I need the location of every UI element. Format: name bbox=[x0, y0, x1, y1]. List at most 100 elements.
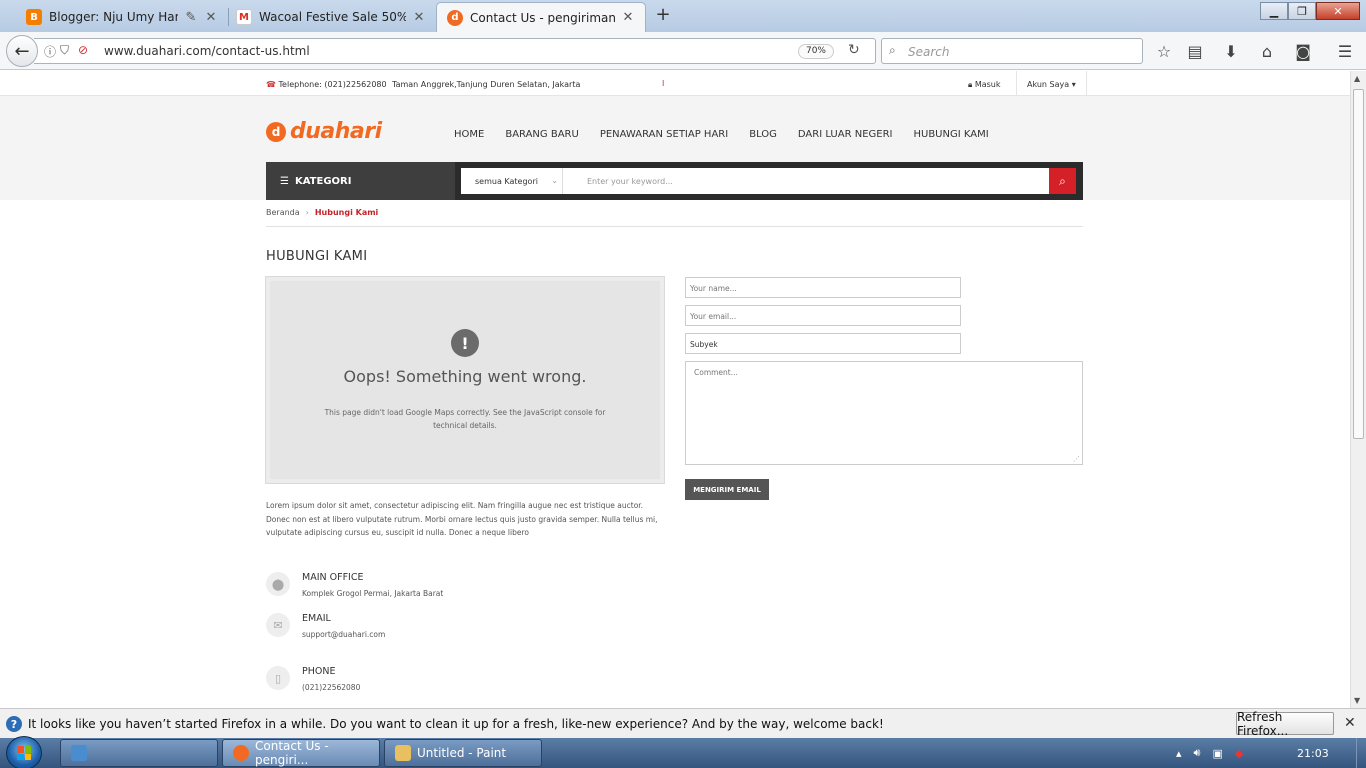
site-search-button[interactable]: ⌕ bbox=[1049, 168, 1076, 194]
web-page: ☎ Telephone: (021)22562080 Taman Anggrek… bbox=[0, 71, 1350, 708]
network-icon[interactable]: ▣ bbox=[1212, 747, 1222, 760]
explorer-icon bbox=[71, 745, 87, 761]
breadcrumb-home[interactable]: Beranda bbox=[266, 208, 300, 217]
site-logo[interactable]: d duahari bbox=[266, 119, 382, 144]
show-desktop-button[interactable] bbox=[1356, 738, 1366, 768]
url-text[interactable]: www.duahari.com/contact-us.html bbox=[104, 44, 310, 58]
tray-expand-icon[interactable]: ▴ bbox=[1176, 747, 1182, 760]
windows-logo-icon bbox=[17, 746, 31, 760]
login-label: Masuk bbox=[974, 80, 1001, 89]
send-email-button[interactable]: MENGIRIM EMAIL bbox=[685, 479, 769, 500]
info-icon[interactable]: ⓘ bbox=[44, 43, 56, 60]
windows-taskbar: Contact Us - pengiri... Untitled - Paint… bbox=[0, 736, 1366, 768]
email-label: EMAIL bbox=[302, 613, 331, 624]
downloads-icon[interactable]: ⬇ bbox=[1220, 40, 1242, 62]
shield-icon[interactable]: ⛉ bbox=[60, 43, 69, 58]
browser-tab-blogger[interactable]: B Blogger: Nju Umy Hari... ✎ ✕ bbox=[16, 2, 228, 32]
duahari-favicon-icon: d bbox=[447, 9, 463, 26]
map-error-title: Oops! Something went wrong. bbox=[343, 367, 587, 386]
category-search-bar: ☰ KATEGORI semua Kategori ⌄ Enter your ke… bbox=[266, 162, 1083, 200]
search-icon: ⌕ bbox=[1059, 173, 1066, 188]
pocket-icon[interactable]: ◙ bbox=[1292, 40, 1314, 62]
blogger-favicon-icon: B bbox=[26, 9, 42, 25]
chevron-down-icon: ⌄ bbox=[551, 176, 558, 185]
subject-field[interactable]: Subyek bbox=[685, 333, 961, 354]
name-field[interactable]: Your name... bbox=[685, 277, 961, 298]
close-notification-icon[interactable]: ✕ bbox=[1344, 715, 1356, 731]
back-arrow-icon: ← bbox=[14, 40, 30, 62]
menu-hamburger-icon[interactable]: ☰ bbox=[1334, 40, 1356, 62]
breadcrumb-chevron-icon: › bbox=[305, 208, 309, 217]
menu-item-luar-negeri[interactable]: DARI LUAR NEGERI bbox=[798, 129, 893, 140]
menu-item-hubungi-kami[interactable]: HUBUNGI KAMI bbox=[913, 129, 988, 140]
map-embed[interactable]: ! Oops! Something went wrong. This page … bbox=[265, 276, 665, 484]
tab-close-icon[interactable]: ✕ bbox=[204, 10, 218, 25]
menu-item-home[interactable]: HOME bbox=[454, 129, 484, 140]
taskbar-item-paint[interactable]: Untitled - Paint bbox=[384, 739, 542, 767]
back-button[interactable]: ← bbox=[6, 35, 38, 67]
kategori-label: KATEGORI bbox=[294, 176, 352, 187]
maximize-button[interactable]: ❐ bbox=[1288, 2, 1316, 20]
tab-close-icon[interactable]: ✕ bbox=[412, 10, 426, 25]
resize-grip-icon[interactable]: ⋰ bbox=[1073, 455, 1080, 463]
gmail-favicon-icon: M bbox=[236, 9, 252, 25]
browser-nav-bar: ⓘ ⛉ ⊘ www.duahari.com/contact-us.html 70… bbox=[0, 32, 1366, 70]
topbar-address: Taman Anggrek,Tanjung Duren Selatan, Jak… bbox=[392, 80, 581, 89]
taskbar-item-explorer[interactable] bbox=[60, 739, 218, 767]
tab-mute-icon[interactable]: ✎ bbox=[184, 10, 198, 25]
zoom-indicator[interactable]: 70% bbox=[798, 44, 834, 59]
scrollbar-thumb[interactable] bbox=[1353, 89, 1364, 439]
volume-icon[interactable]: 🔊︎ bbox=[1194, 746, 1201, 760]
logo-text: duahari bbox=[290, 119, 382, 144]
home-icon[interactable]: ⌂ bbox=[1256, 40, 1278, 62]
account-dropdown[interactable]: Akun Saya ▾ bbox=[1016, 71, 1087, 96]
start-button[interactable] bbox=[6, 736, 42, 768]
bookmark-star-icon[interactable]: ☆ bbox=[1153, 40, 1175, 62]
tab-close-icon[interactable]: ✕ bbox=[621, 10, 635, 25]
firefox-notification-bar: ? It looks like you haven’t started Fire… bbox=[0, 708, 1366, 738]
antivirus-icon[interactable]: ◆ bbox=[1235, 747, 1243, 760]
contact-description: Lorem ipsum dolor sit amet, consectetur … bbox=[266, 501, 658, 537]
list-icon: ☰ bbox=[280, 176, 289, 187]
search-icon: ⌕ bbox=[889, 43, 896, 57]
envelope-icon: ✉ bbox=[266, 613, 290, 637]
system-tray: ▴ 🔊︎ ▣ ◆ bbox=[1176, 738, 1255, 768]
login-link[interactable]: 🔒︎ Masuk bbox=[968, 80, 1001, 90]
menu-item-blog[interactable]: BLOG bbox=[749, 129, 777, 140]
browser-tab-contact-us[interactable]: d Contact Us - pengiriman g... ✕ bbox=[436, 2, 646, 32]
reading-list-icon[interactable]: ▤ bbox=[1184, 40, 1206, 62]
minimize-button[interactable]: ▁ bbox=[1260, 2, 1288, 20]
refresh-firefox-button[interactable]: Refresh Firefox... bbox=[1236, 710, 1334, 738]
phone-text: Telephone: (021)22562080 bbox=[278, 80, 387, 89]
menu-item-barang-baru[interactable]: BARANG BARU bbox=[505, 129, 578, 140]
comment-textarea[interactable]: Comment... ⋰ bbox=[685, 361, 1083, 465]
taskbar-label: Contact Us - pengiri... bbox=[255, 739, 329, 767]
taskbar-item-firefox[interactable]: Contact Us - pengiri... bbox=[222, 739, 380, 767]
logo-mark-icon: d bbox=[266, 121, 286, 142]
taskbar-clock[interactable]: 21:03 bbox=[1297, 747, 1329, 760]
search-placeholder: Search bbox=[908, 45, 950, 59]
browser-tab-wacoal[interactable]: M Wacoal Festive Sale 50% - ... ✕ bbox=[226, 2, 436, 32]
close-window-button[interactable]: ✕ bbox=[1316, 2, 1360, 20]
mixed-content-icon[interactable]: ⊘ bbox=[78, 43, 88, 57]
menu-item-penawaran[interactable]: PENAWARAN SETIAP HARI bbox=[600, 129, 728, 140]
category-select[interactable]: semua Kategori ⌄ bbox=[461, 168, 563, 194]
location-pin-icon: ⬤ bbox=[266, 572, 290, 596]
account-label: Akun Saya bbox=[1027, 80, 1070, 89]
scroll-down-icon[interactable]: ▼ bbox=[1354, 696, 1360, 705]
window-controls: ▁ ❐ ✕ bbox=[1260, 2, 1360, 20]
reload-icon[interactable]: ↻ bbox=[848, 42, 860, 58]
email-value: support@duahari.com bbox=[302, 630, 386, 639]
new-tab-button[interactable]: + bbox=[652, 4, 674, 28]
email-field[interactable]: Your email... bbox=[685, 305, 961, 326]
scroll-up-icon[interactable]: ▲ bbox=[1354, 74, 1360, 83]
browser-search-bar[interactable]: ⌕ Search bbox=[881, 38, 1143, 64]
breadcrumb-current: Hubungi Kami bbox=[314, 208, 379, 217]
page-scrollbar[interactable]: ▲ ▼ bbox=[1350, 71, 1366, 708]
keyword-input[interactable]: Enter your keyword... bbox=[587, 177, 673, 186]
main-menu: HOME BARANG BARU PENAWARAN SETIAP HARI B… bbox=[454, 129, 1010, 140]
kategori-button[interactable]: ☰ KATEGORI bbox=[266, 162, 455, 200]
caret-down-icon: ▾ bbox=[1071, 80, 1076, 89]
url-bar[interactable]: ⓘ ⛉ ⊘ www.duahari.com/contact-us.html 70… bbox=[34, 38, 876, 64]
phone-label: PHONE bbox=[302, 666, 336, 677]
